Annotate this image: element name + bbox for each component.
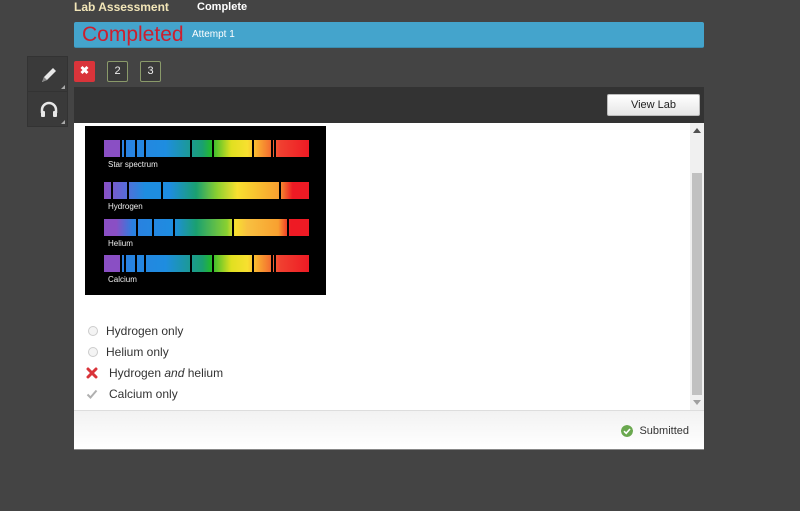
submitted-status: Submitted: [621, 425, 689, 437]
question-1-button[interactable]: ✖: [74, 61, 95, 82]
completed-status: Completed: [82, 23, 184, 46]
option-label: Hydrogen and helium: [109, 366, 224, 380]
spectrum-label: Hydrogen: [108, 202, 143, 211]
option-label: Calcium only: [109, 387, 178, 401]
scroll-up-arrow-icon[interactable]: [693, 128, 701, 133]
pencil-icon: [42, 68, 56, 82]
radio-icon[interactable]: [88, 347, 98, 357]
spectrum-label: Helium: [108, 239, 133, 248]
checkmark-icon: [86, 389, 98, 399]
question-2-button[interactable]: 2: [107, 61, 128, 82]
pencil-tool-button[interactable]: [27, 56, 68, 92]
panel-header: View Lab: [74, 87, 704, 123]
question-panel: Star spectrum Hydrogen Helium Calcium Hy…: [74, 123, 704, 410]
spectrum-bar-hydrogen: [104, 182, 309, 199]
spectrum-bar-helium: [104, 219, 309, 236]
scroll-thumb[interactable]: [692, 173, 702, 395]
question-3-button[interactable]: 3: [140, 61, 161, 82]
scroll-down-arrow-icon[interactable]: [693, 400, 701, 405]
status-banner: Completed Attempt 1: [74, 22, 704, 48]
incorrect-x-icon: [86, 367, 98, 379]
header-title: Lab Assessment: [74, 0, 169, 14]
spectrum-label: Calcium: [108, 275, 137, 284]
headphones-tool-button[interactable]: [27, 91, 68, 127]
panel-footer: Submitted: [74, 410, 704, 450]
spectrum-figure: Star spectrum Hydrogen Helium Calcium: [85, 126, 326, 295]
vertical-scrollbar[interactable]: [690, 123, 704, 410]
option-label: Helium only: [106, 345, 169, 359]
spectrum-bar-calcium: [104, 255, 309, 272]
view-lab-button[interactable]: View Lab: [607, 94, 700, 116]
header-status: Complete: [197, 1, 248, 13]
spectrum-bar-star: [104, 140, 309, 157]
spectrum-label: Star spectrum: [108, 160, 158, 169]
option-label: Hydrogen only: [106, 324, 184, 338]
headphones-icon: [40, 101, 58, 117]
attempt-label: Attempt 1: [192, 29, 235, 40]
close-icon: ✖: [79, 65, 90, 77]
radio-icon[interactable]: [88, 326, 98, 336]
check-circle-icon: [621, 425, 634, 437]
